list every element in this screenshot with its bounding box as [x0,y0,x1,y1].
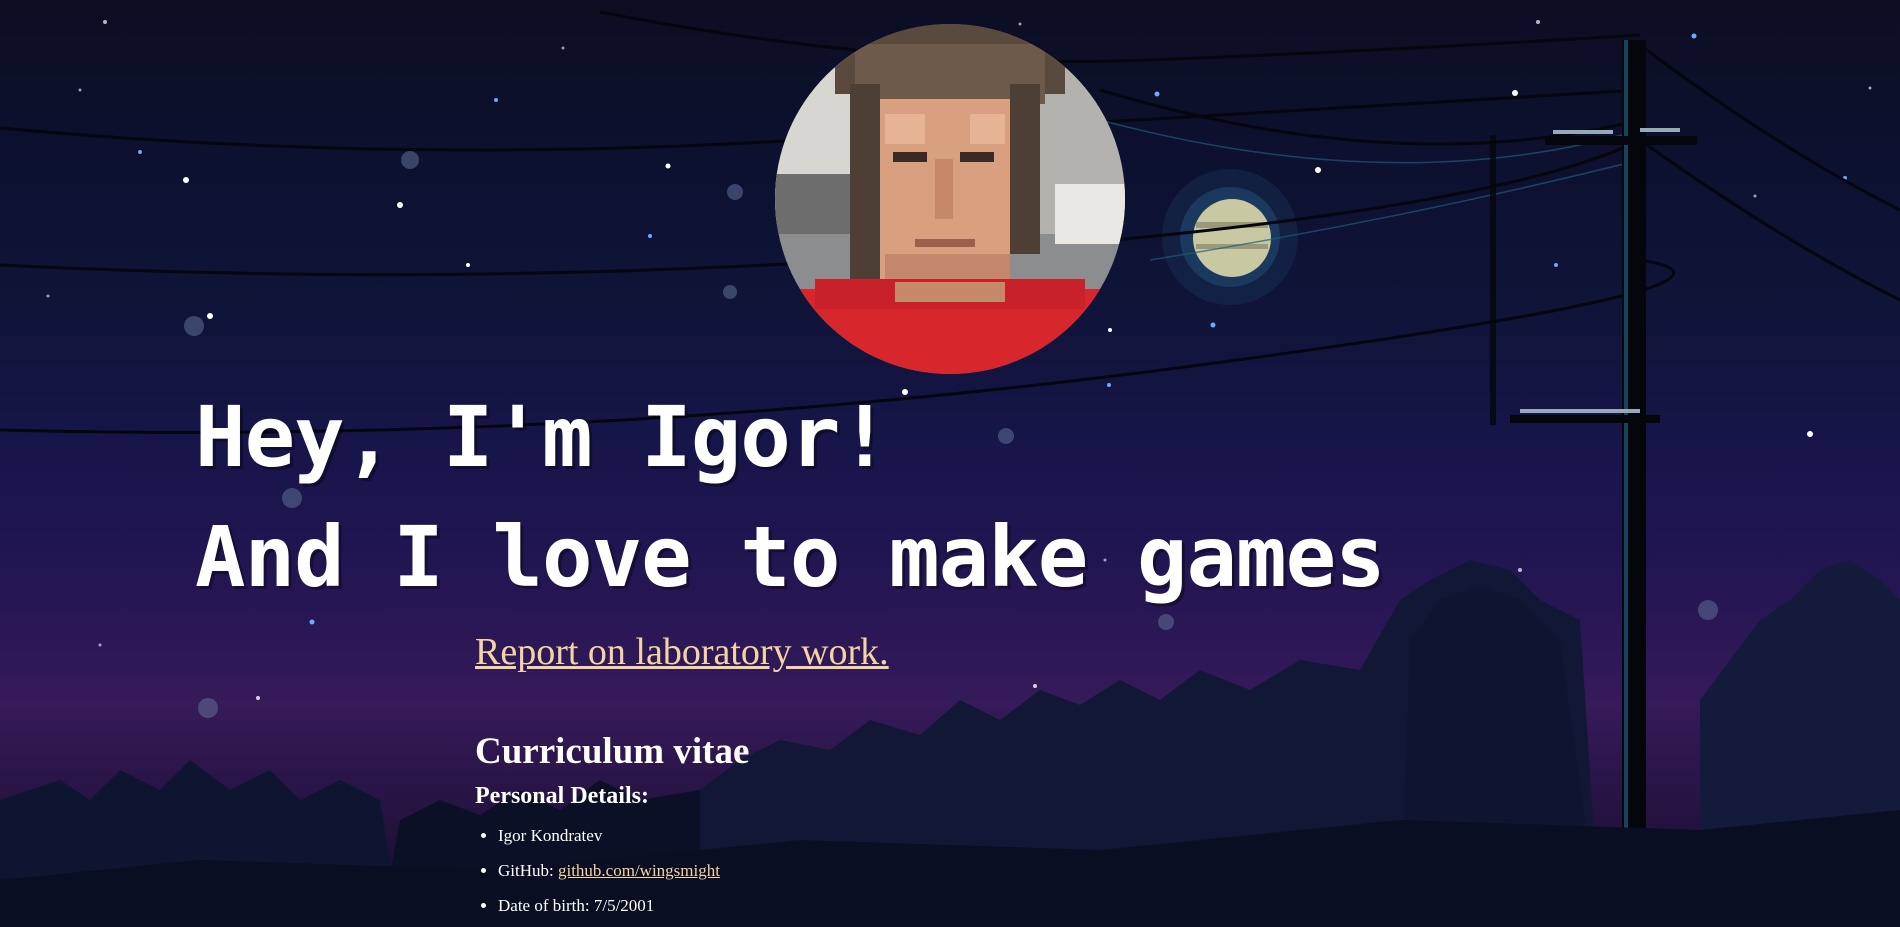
github-label: GitHub: [498,861,558,880]
dob-value: 7/5/2001 [593,896,655,915]
moon-icon [1162,169,1298,305]
hero-heading-line1: Hey, I'm Igor! [195,388,890,486]
person-name: Igor Kondratev [498,826,603,845]
dob-label: Date of birth: [498,896,594,915]
avatar-portrait [775,24,1125,374]
report-link[interactable]: Report on laboratory work. [475,630,889,674]
list-item-name: Igor Kondratev [498,818,720,853]
cv-title: Curriculum vitae [475,731,750,772]
tree-silhouettes [0,560,1900,927]
hero-heading-line2: And I love to make games [195,508,1386,606]
list-item-dob: Date of birth: 7/5/2001 [498,888,720,923]
personal-details-heading: Personal Details: [475,783,649,809]
github-link[interactable]: github.com/wingsmight [558,861,720,880]
avatar [775,24,1125,374]
list-item-github: GitHub: github.com/wingsmight [498,853,720,888]
personal-details-list: Igor Kondratev GitHub: github.com/wingsm… [475,818,720,923]
